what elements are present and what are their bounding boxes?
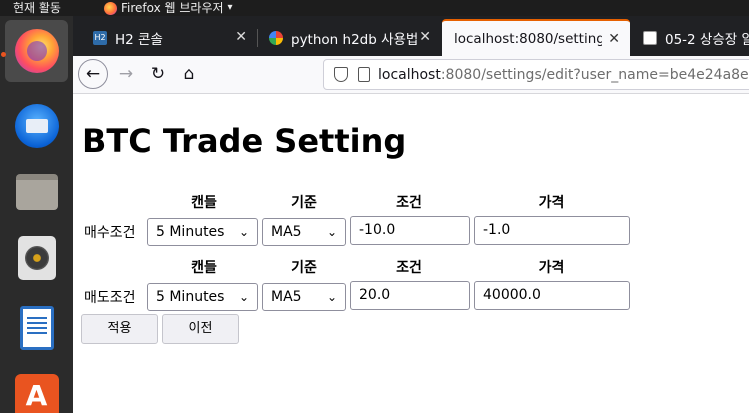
caret-down-icon: ▾	[227, 2, 233, 13]
sell-candle-value: 5 Minutes	[156, 289, 225, 305]
header-basis: 기준	[291, 195, 317, 211]
software-store-icon: A	[14, 374, 59, 413]
app-menu-label: Firefox 웹 브라우저	[121, 1, 224, 15]
tab-label: localhost:8080/setting	[454, 30, 602, 47]
buy-basis-value: MA5	[271, 224, 302, 240]
navigation-bar: ← → ↻ ⌂ localhost :8080/settings/edit?us…	[73, 56, 749, 94]
tab-h2-console[interactable]: H2 H2 콘솔 ✕	[81, 19, 257, 56]
dock-firefox[interactable]	[5, 20, 68, 82]
tab-python-h2db[interactable]: python h2db 사용법 ✕	[257, 19, 441, 56]
header-candle: 캔들	[191, 195, 217, 211]
header-basis: 기준	[291, 260, 317, 276]
files-icon	[15, 174, 58, 210]
h2-favicon-icon: H2	[93, 30, 107, 45]
page-content: BTC Trade Setting 캔들 기준 조건 가격 매수조건 5 Min…	[73, 95, 749, 413]
sell-basis-select[interactable]: MA5 ⌄	[262, 283, 346, 311]
tab-label: 05-2 상승장 알	[665, 31, 749, 48]
url-path: :8080/settings/edit?user_name=be4e24a8e	[440, 66, 749, 83]
buy-candle-select[interactable]: 5 Minutes ⌄	[147, 218, 258, 246]
buy-basis-select[interactable]: MA5 ⌄	[262, 218, 346, 246]
app-menu[interactable]: Firefox 웹 브라우저 ▾	[104, 0, 233, 16]
tab-strip: H2 H2 콘솔 ✕ python h2db 사용법 ✕ localhost:8…	[73, 16, 749, 56]
firefox-small-icon	[104, 1, 117, 15]
running-indicator	[1, 52, 6, 57]
google-favicon-icon	[269, 30, 283, 45]
dock-software[interactable]: A	[5, 365, 68, 413]
dock: A	[0, 16, 73, 413]
prev-button[interactable]: 이전	[162, 314, 239, 344]
buy-condition-label: 매수조건	[84, 225, 136, 241]
header-candle: 캔들	[191, 260, 217, 276]
page-title: BTC Trade Setting	[82, 122, 407, 160]
page-info-icon[interactable]	[358, 67, 370, 82]
sell-price-input[interactable]: 40000.0	[474, 281, 630, 310]
firefox-icon	[14, 29, 59, 73]
tab-localhost-settings[interactable]: localhost:8080/setting ✕	[442, 19, 630, 56]
header-condition: 조건	[396, 260, 422, 276]
chevron-down-icon: ⌄	[326, 225, 337, 239]
sell-condition-label: 매도조건	[84, 290, 136, 306]
close-icon[interactable]: ✕	[419, 29, 431, 45]
dock-thunderbird[interactable]	[5, 95, 68, 157]
dock-writer[interactable]	[5, 297, 68, 359]
dock-files[interactable]	[5, 161, 68, 223]
chevron-down-icon: ⌄	[326, 290, 337, 304]
wikidocs-favicon-icon	[643, 30, 657, 45]
activities-button[interactable]: 현재 활동	[13, 0, 61, 16]
sell-candle-select[interactable]: 5 Minutes ⌄	[147, 283, 258, 311]
buy-condition-input[interactable]: -10.0	[350, 216, 470, 245]
tab-label: H2 콘솔	[115, 31, 163, 48]
system-top-bar: 현재 활동 Firefox 웹 브라우저 ▾	[0, 0, 749, 16]
forward-button[interactable]: →	[111, 59, 141, 89]
tab-label: python h2db 사용법	[291, 31, 419, 48]
tab-wikidocs[interactable]: 05-2 상승장 알	[631, 19, 749, 56]
close-icon[interactable]: ✕	[608, 31, 620, 47]
writer-icon	[19, 306, 54, 350]
apply-button[interactable]: 적용	[81, 314, 158, 344]
buy-candle-value: 5 Minutes	[156, 224, 225, 240]
header-price: 가격	[538, 195, 565, 211]
dock-rhythmbox[interactable]	[5, 227, 68, 289]
chevron-down-icon: ⌄	[238, 290, 249, 304]
url-bar[interactable]: localhost :8080/settings/edit?user_name=…	[323, 59, 749, 90]
close-icon[interactable]: ✕	[235, 29, 247, 45]
chevron-down-icon: ⌄	[238, 225, 249, 239]
tracking-shield-icon[interactable]	[334, 67, 348, 82]
header-price: 가격	[538, 260, 565, 276]
sell-basis-value: MA5	[271, 289, 302, 305]
home-button[interactable]: ⌂	[174, 59, 204, 89]
reload-button[interactable]: ↻	[143, 59, 173, 89]
sell-condition-input[interactable]: 20.0	[350, 281, 470, 310]
buy-price-input[interactable]: -1.0	[474, 216, 630, 245]
back-button[interactable]: ←	[78, 59, 108, 89]
url-host: localhost	[378, 66, 441, 83]
header-condition: 조건	[396, 195, 422, 211]
rhythmbox-icon	[17, 236, 56, 280]
thunderbird-icon	[14, 104, 59, 148]
